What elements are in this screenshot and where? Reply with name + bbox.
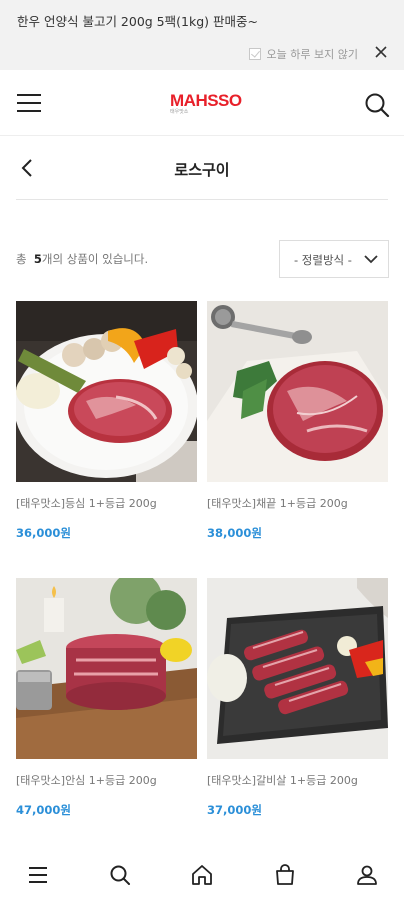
home-icon[interactable] <box>190 863 214 887</box>
search-icon[interactable] <box>364 92 390 118</box>
user-icon[interactable] <box>355 863 379 887</box>
promo-banner[interactable]: 한우 언양식 불고기 200g 5팩(1kg) 판매중~ 오늘 하루 보지 않기 <box>0 0 404 70</box>
product-name[interactable]: [태우맛소]채끝 1+등급 200g <box>207 495 388 511</box>
product-image[interactable] <box>207 301 388 482</box>
product-price: 37,000원 <box>207 803 262 817</box>
page-title-bar: 로스구이 <box>0 136 404 200</box>
promo-text[interactable]: 한우 언양식 불고기 200g 5팩(1kg) 판매중~ <box>17 11 258 30</box>
cart-icon[interactable] <box>273 863 297 887</box>
menu-icon[interactable] <box>26 863 50 887</box>
product-price: 36,000원 <box>16 526 71 540</box>
site-logo[interactable]: MAHSSO 태우맛소 <box>170 91 242 116</box>
logo-text: MAHSSO <box>170 91 242 110</box>
hamburger-menu-icon[interactable] <box>16 92 42 114</box>
product-image[interactable] <box>16 301 197 482</box>
product-image[interactable] <box>16 578 197 759</box>
divider <box>16 199 388 200</box>
dont-show-today-label[interactable]: 오늘 하루 보지 않기 <box>267 46 358 62</box>
product-count: 총 5개의 상품이 있습니다. <box>16 251 148 267</box>
product-card[interactable]: [태우맛소]안심 1+등급 200g 47,000원 <box>16 578 197 818</box>
close-icon[interactable] <box>374 45 388 59</box>
product-card[interactable]: [태우맛소]등심 1+등급 200g 36,000원 <box>16 301 197 541</box>
bottom-navigation <box>0 846 404 900</box>
product-card[interactable]: [태우맛소]갈비살 1+등급 200g 37,000원 <box>207 578 388 818</box>
product-name[interactable]: [태우맛소]등심 1+등급 200g <box>16 495 197 511</box>
product-name[interactable]: [태우맛소]갈비살 1+등급 200g <box>207 772 388 788</box>
product-image[interactable] <box>207 578 388 759</box>
sort-label: - 정렬방식 - <box>294 253 352 267</box>
count-number: 5 <box>33 252 42 266</box>
site-header: MAHSSO 태우맛소 <box>0 70 404 136</box>
count-suffix: 개의 상품이 있습니다. <box>41 252 149 266</box>
product-price: 38,000원 <box>207 526 262 540</box>
product-price: 47,000원 <box>16 803 71 817</box>
count-prefix: 총 <box>16 252 27 266</box>
checkbox-icon[interactable] <box>248 48 261 60</box>
sort-select[interactable]: - 정렬방식 - <box>279 240 389 278</box>
product-name[interactable]: [태우맛소]안심 1+등급 200g <box>16 772 197 788</box>
chevron-down-icon <box>364 255 378 264</box>
dont-show-today-checkbox[interactable]: 오늘 하루 보지 않기 <box>248 46 358 62</box>
page-title: 로스구이 <box>174 161 230 179</box>
product-card[interactable]: [태우맛소]채끝 1+등급 200g 38,000원 <box>207 301 388 541</box>
search-icon[interactable] <box>108 863 132 887</box>
